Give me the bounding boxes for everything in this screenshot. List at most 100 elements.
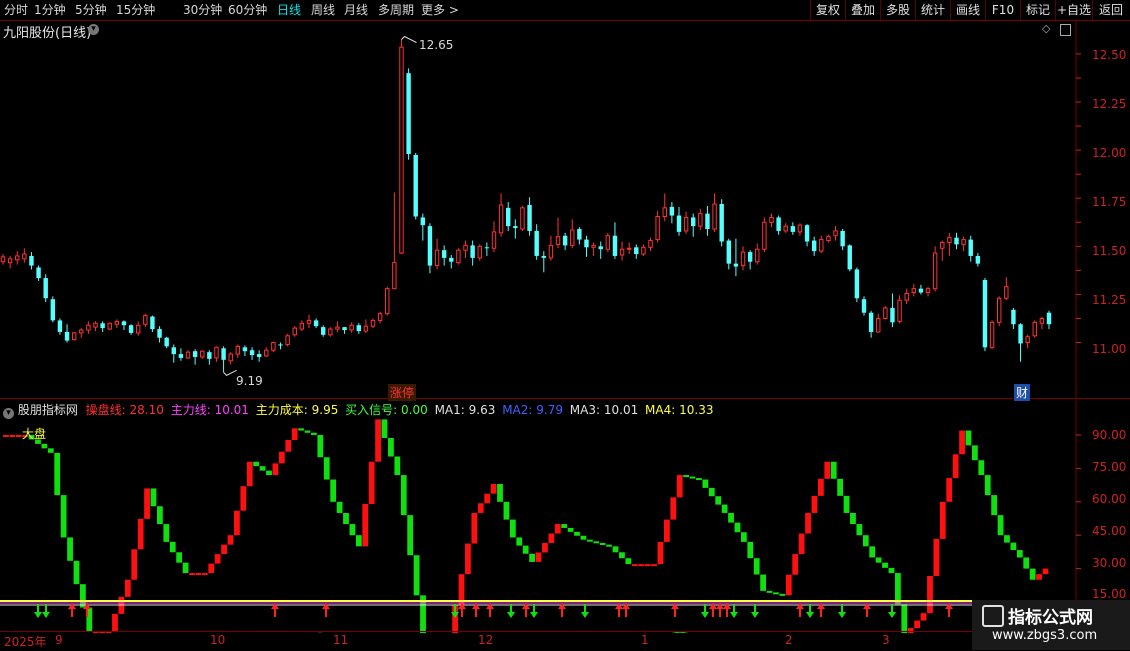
candle-body [669, 206, 675, 216]
oscillator-bar [234, 510, 240, 536]
period-tab-monthly[interactable]: 月线 [344, 0, 368, 20]
draw-button[interactable]: 画线 [950, 0, 985, 20]
finance-badge[interactable]: 财 [1014, 384, 1031, 401]
oscillator-bar [9, 435, 16, 437]
candle-body [456, 249, 461, 264]
title-dropdown-icon[interactable]: ▾ [88, 24, 99, 35]
buy-arrow-icon [671, 603, 679, 609]
f10-button[interactable]: F10 [985, 0, 1020, 20]
period-tab-60min[interactable]: 60分钟 [228, 0, 267, 20]
period-tab-5min[interactable]: 5分钟 [75, 0, 107, 20]
indicator-tick: 30.00 [1092, 556, 1127, 570]
add-watchlist-button[interactable]: +自选 [1055, 0, 1092, 20]
period-tab-more[interactable]: 更多 > [421, 0, 459, 20]
candle-body [712, 203, 717, 230]
oscillator-bar [112, 613, 118, 631]
oscillator-bar [689, 476, 696, 479]
overlay-button[interactable]: 叠加 [845, 0, 880, 20]
oscillator-bar [73, 560, 80, 585]
oscillator-bar [901, 604, 908, 633]
watermark: 指标公式网 www.zbgs3.com [972, 600, 1130, 650]
period-tab-daily[interactable]: 日线 [277, 0, 301, 20]
oscillator-bar [176, 552, 183, 563]
candle-body [1032, 321, 1037, 337]
multi-stock-button[interactable]: 多股 [880, 0, 915, 20]
sell-arrow-icon [730, 612, 738, 618]
indicator-chart[interactable] [0, 400, 1130, 633]
indicator-dropdown-icon[interactable]: ▾ [3, 408, 14, 419]
oscillator-bar [619, 552, 625, 559]
candle-body [698, 213, 703, 227]
adjust-button[interactable]: 复权 [810, 0, 845, 20]
oscillator-bar [1016, 550, 1023, 558]
oscillator-bar [311, 432, 317, 435]
candle-body [691, 217, 696, 227]
candle-body [641, 246, 646, 255]
oscillator-bar [753, 558, 760, 575]
oscillator-bar [381, 419, 388, 438]
stats-button[interactable]: 统计 [915, 0, 950, 20]
buy-arrow-icon [622, 603, 630, 609]
candle-body [86, 324, 91, 331]
candle-body [605, 235, 611, 250]
price-chart[interactable] [0, 21, 1130, 399]
period-tab-15min[interactable]: 15分钟 [116, 0, 155, 20]
candle-body [171, 347, 176, 355]
period-tab-weekly[interactable]: 周线 [311, 0, 335, 20]
candle-body [328, 328, 333, 336]
oscillator-bar [785, 574, 792, 596]
period-tab-fenshi[interactable]: 分时 [4, 0, 28, 20]
candle-body [221, 348, 226, 360]
oscillator-bar [817, 478, 824, 496]
candle-body [135, 324, 141, 334]
candle-body [1039, 317, 1045, 324]
candle-body [634, 247, 639, 255]
oscillator-bar [208, 563, 215, 574]
candle-body [612, 235, 618, 256]
indicator-name[interactable]: 股朋指标网 [18, 403, 78, 417]
oscillator-bar [471, 512, 478, 544]
mark-button[interactable]: 标记 [1020, 0, 1055, 20]
time-label-month: 12 [478, 633, 494, 647]
oscillator-bar [535, 552, 542, 562]
back-button[interactable]: 返回 [1092, 0, 1129, 20]
candle-body [904, 292, 909, 301]
period-tab-30min[interactable]: 30分钟 [183, 0, 222, 20]
oscillator-bar [259, 466, 266, 471]
candle-body [883, 307, 888, 319]
candle-body [868, 312, 874, 332]
candle-body [876, 317, 881, 333]
candle-body [833, 230, 838, 237]
oscillator-bar [574, 531, 580, 536]
buy-arrow-icon [796, 603, 804, 609]
oscillator-bar [227, 535, 234, 545]
candle-body [178, 354, 184, 358]
sell-arrow-icon [34, 612, 42, 618]
oscillator-bar [150, 488, 157, 507]
oscillator-bar [298, 428, 304, 431]
oscillator-bar [400, 475, 407, 516]
oscillator-bar [965, 430, 972, 446]
window-icon[interactable] [1060, 24, 1071, 36]
oscillator-bar [362, 504, 369, 547]
oscillator-bar [465, 543, 471, 575]
candle-body [996, 297, 1002, 323]
oscillator-bar [715, 496, 722, 505]
diamond-icon[interactable]: ◇ [1042, 22, 1050, 35]
period-tab-1min[interactable]: 1分钟 [34, 0, 66, 20]
oscillator-bar [696, 478, 702, 481]
oscillator-bar [914, 620, 921, 628]
oscillator-bar [317, 435, 324, 458]
oscillator-bar [978, 460, 985, 476]
candle-body [570, 229, 575, 246]
candle-body [861, 299, 867, 313]
buy-arrow-icon [271, 603, 279, 609]
legend-caopan-value: 28.10 [129, 403, 164, 417]
limit-up-badge[interactable]: 涨停 [388, 384, 417, 401]
candle-body [242, 347, 248, 352]
candle-body [363, 325, 369, 332]
oscillator-bar [721, 504, 728, 513]
oscillator-bar [766, 590, 773, 593]
candle-body [185, 351, 191, 359]
period-tab-multi[interactable]: 多周期 [378, 0, 414, 20]
